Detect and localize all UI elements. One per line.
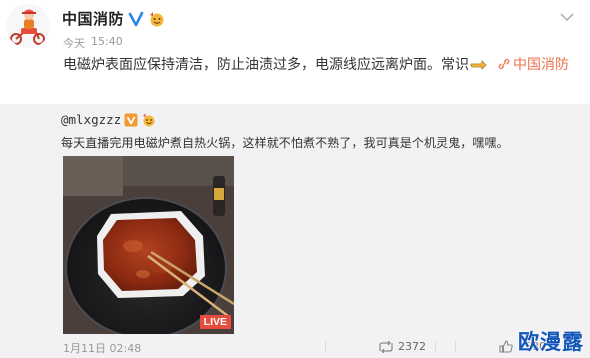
post-photo[interactable]: LIVE: [63, 156, 234, 334]
divider: [455, 341, 456, 353]
link-icon: [498, 58, 510, 70]
repost-icon: [379, 340, 393, 353]
firefighter-avatar-icon: [6, 4, 50, 48]
post-text: 电磁炉表面应保持清洁，防止油渍过多，电源线应远离炉面。常识 中国消防: [63, 53, 578, 77]
live-badge: LIVE: [199, 315, 231, 329]
hotpot-photo-image: [63, 156, 234, 334]
verified-v-icon: [128, 11, 144, 26]
repost-author-name[interactable]: @mlxgzzz: [61, 112, 121, 127]
vip-v-icon: [124, 113, 138, 126]
emoji-badge-icon: [143, 113, 155, 126]
repost-author: @mlxgzzz: [61, 112, 157, 127]
pointing-hand-icon: [470, 60, 487, 70]
repost-text: 每天直播完用电磁炉煮自热火锅，这样就不怕煮不熟了，我可真是个机灵鬼，嘿嘿。: [61, 136, 509, 150]
reposted-card: @mlxgzzz 每天直播完用电磁炉煮自热火锅，这样就不怕煮不熟了，我可真是个机…: [0, 104, 590, 358]
repost-date[interactable]: 1月11日 02:48: [63, 340, 141, 356]
post-time-day[interactable]: 今天: [63, 35, 85, 51]
author-name[interactable]: 中国消防: [62, 8, 124, 29]
emoji-badge-icon: [150, 11, 164, 26]
author-avatar[interactable]: [6, 4, 50, 48]
post-author: 中国消防: [62, 8, 166, 29]
chevron-down-icon[interactable]: [560, 12, 574, 22]
post-body-text: 电磁炉表面应保持清洁，防止油渍过多，电源线应远离炉面。常识: [63, 57, 469, 73]
original-post: 中国消防 今天 15:40 电磁炉表面应保持清洁，防止油渍过多，电源线应远离炉面…: [0, 0, 590, 100]
repost-count: 2372: [398, 340, 426, 353]
topic-link[interactable]: 中国消防: [490, 57, 569, 73]
repost-footer: 1月11日 02:48 2372 1530: [63, 340, 585, 356]
watermark-text: 欧漫露: [518, 330, 584, 354]
topic-link-label: 中国消防: [513, 57, 569, 73]
repost-count-button[interactable]: 2372: [379, 340, 426, 353]
thumbs-up-icon: [499, 340, 513, 353]
divider: [435, 341, 436, 353]
post-time-clock[interactable]: 15:40: [91, 35, 123, 51]
divider: [325, 341, 326, 353]
post-meta: 今天 15:40: [63, 35, 123, 51]
